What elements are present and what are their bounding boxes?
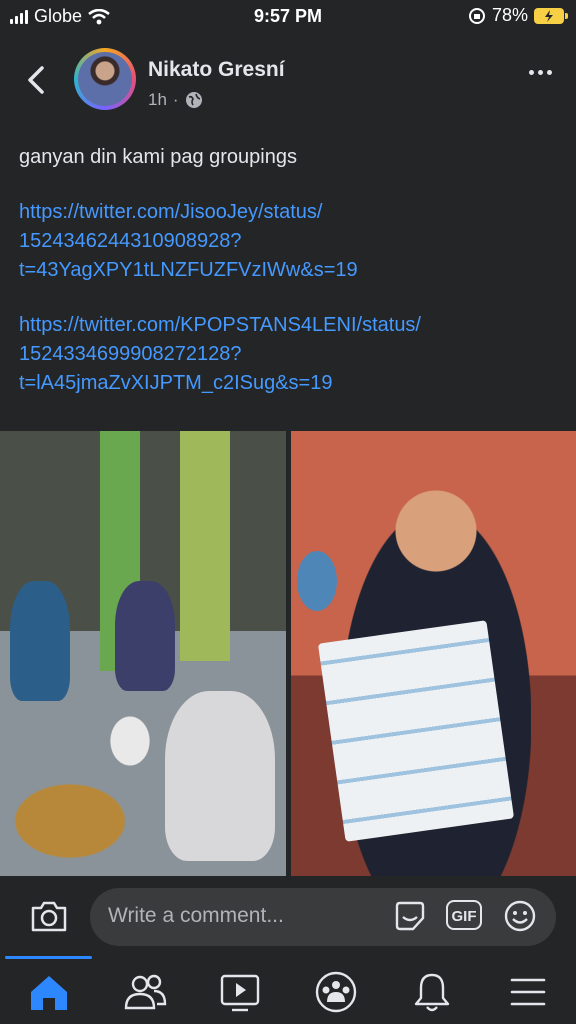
comment-placeholder: Write a comment... <box>108 904 284 927</box>
meta-separator: · <box>172 90 179 109</box>
status-right: 78% <box>468 5 568 26</box>
orientation-lock-icon <box>468 7 485 24</box>
battery-percent: 78% <box>491 5 528 25</box>
groups-icon[interactable] <box>312 970 360 1014</box>
author-name[interactable]: Nikato Gresní <box>148 58 285 82</box>
post-body: ganyan din kami pag groupings https://tw… <box>19 143 559 398</box>
bottom-tab-bar <box>0 956 576 1024</box>
post-message: ganyan din kami pag groupings <box>19 146 297 168</box>
home-icon[interactable] <box>25 970 73 1014</box>
post-photo-1[interactable] <box>0 431 286 876</box>
status-bar: Globe 9:57 PM 78% <box>0 0 576 34</box>
post-photos <box>0 431 576 876</box>
comment-composer: Write a comment... GIF <box>0 886 576 946</box>
gif-button[interactable]: GIF <box>446 900 482 930</box>
post-link-2[interactable]: https://twitter.com/KPOPSTANS4LENI/statu… <box>19 311 559 398</box>
battery-icon <box>534 7 568 24</box>
post-meta: 1h · <box>148 90 203 110</box>
active-tab-indicator <box>5 956 92 959</box>
post-photo-2[interactable] <box>291 431 576 876</box>
chevron-left-icon[interactable] <box>22 60 52 100</box>
post-link-1[interactable]: https://twitter.com/JisooJey/status/ 152… <box>19 198 559 285</box>
notifications-icon[interactable] <box>408 970 456 1014</box>
emoji-icon[interactable] <box>503 899 537 933</box>
sticker-icon[interactable] <box>393 900 427 932</box>
globe-icon <box>185 92 202 108</box>
post-header: Nikato Gresní 1h · <box>0 46 576 116</box>
menu-icon[interactable] <box>504 970 552 1014</box>
friends-icon[interactable] <box>121 970 169 1014</box>
avatar[interactable] <box>74 48 136 110</box>
watch-icon[interactable] <box>216 970 264 1014</box>
post-time[interactable]: 1h <box>148 90 167 110</box>
camera-icon[interactable] <box>30 898 68 934</box>
more-horizontal-icon[interactable] <box>529 70 552 75</box>
